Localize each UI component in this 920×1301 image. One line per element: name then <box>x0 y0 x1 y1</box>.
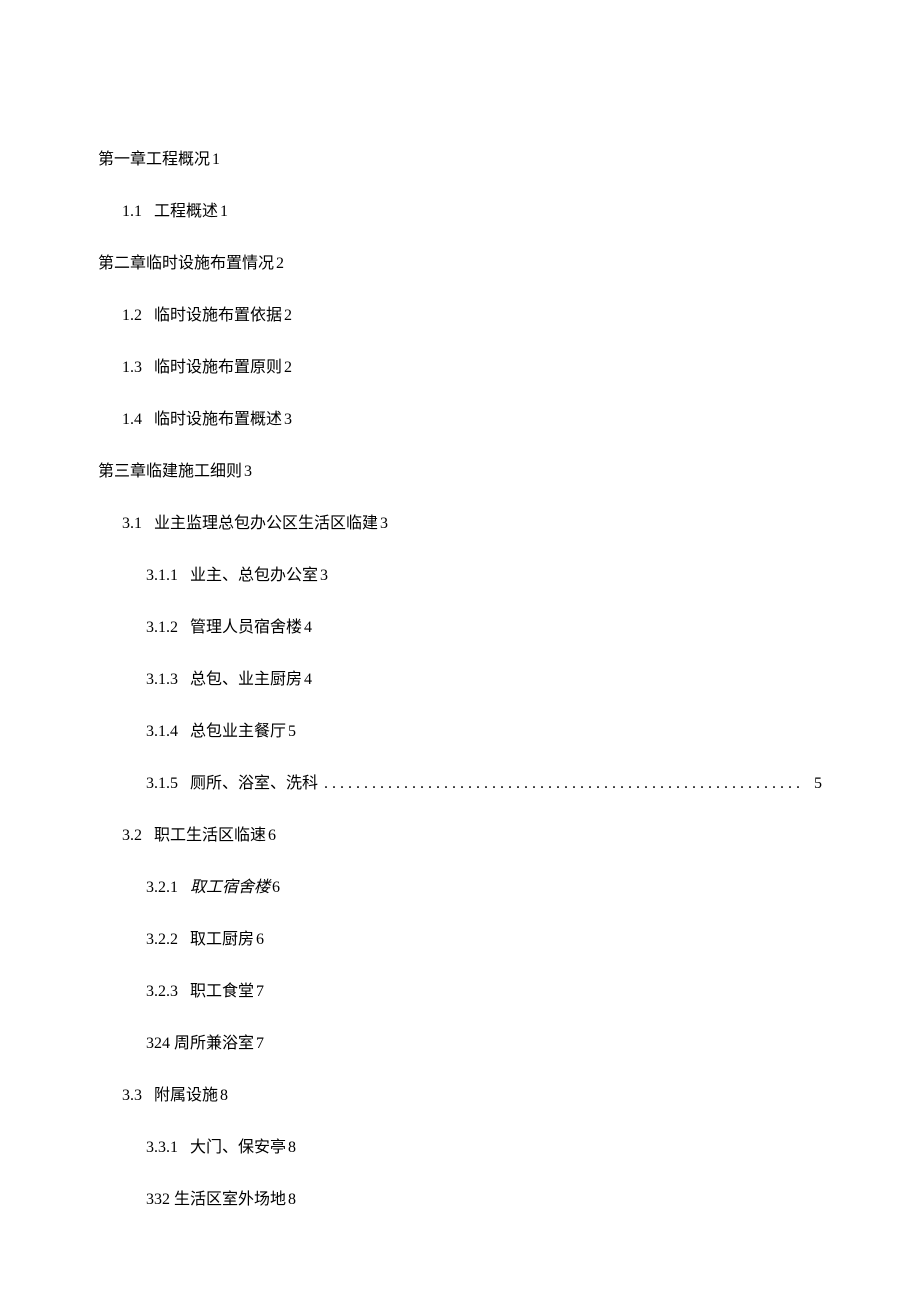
toc-entry-page: 3 <box>320 564 328 588</box>
toc-entry-text: 取工厨房 <box>190 928 254 952</box>
toc-entry-page: 8 <box>288 1136 296 1160</box>
toc-entry-page: 6 <box>256 928 264 952</box>
toc-entry-text: 总包、业主厨房 <box>190 668 302 692</box>
toc-entry-text: 第一章工程概况 <box>98 148 210 172</box>
toc-entry-1: 1.1 工程概述1 <box>98 200 822 224</box>
toc-entry-text: 临时设施布置概述 <box>154 408 282 432</box>
toc-entry-12: 3.1.5 厕所、浴室、洗科...........................… <box>98 772 822 796</box>
toc-dots: ........................................… <box>324 772 808 796</box>
toc-entry-text: 第三章临建施工细则 <box>98 460 242 484</box>
toc-entry-page: 2 <box>284 304 292 328</box>
toc-entry-number: 3.2.1 <box>146 876 178 900</box>
toc-entry-text: 取工宿舍楼 <box>190 876 270 900</box>
toc-entry-text: 管理人员宿舍楼 <box>190 616 302 640</box>
toc-entry-number: 3.1.4 <box>146 720 178 744</box>
toc-entry-page: 4 <box>304 616 312 640</box>
toc-entry-page: 2 <box>284 356 292 380</box>
toc-entry-number: 3.2 <box>122 824 142 848</box>
toc-entry-13: 3.2 职工生活区临速6 <box>98 824 822 848</box>
toc-entry-4: 1.3 临时设施布置原则2 <box>98 356 822 380</box>
toc-entry-text: 临时设施布置依据 <box>154 304 282 328</box>
toc-entry-text: 业主监理总包办公区生活区临建 <box>154 512 378 536</box>
toc-entry-number: 3.2.2 <box>146 928 178 952</box>
toc-entry-page: 6 <box>272 876 280 900</box>
toc-entry-page: 2 <box>276 252 284 276</box>
toc-entry-page: 1 <box>212 148 220 172</box>
toc-entry-text: 附属设施 <box>154 1084 218 1108</box>
toc-entry-15: 3.2.2 取工厨房6 <box>98 928 822 952</box>
toc-entry-page: 3 <box>380 512 388 536</box>
toc-entry-14: 3.2.1 取工宿舍楼6 <box>98 876 822 900</box>
toc-entry-text: 总包业主餐厅 <box>190 720 286 744</box>
toc-entry-7: 3.1 业主监理总包办公区生活区临建3 <box>98 512 822 536</box>
toc-entry-page: 8 <box>220 1084 228 1108</box>
toc-entry-text: 第二章临时设施布置情况 <box>98 252 274 276</box>
toc-entry-0: 第一章工程概况1 <box>98 148 822 172</box>
toc-entry-number: 3.3.1 <box>146 1136 178 1160</box>
toc-entry-number: 1.4 <box>122 408 142 432</box>
toc-entry-page: 7 <box>256 1032 264 1056</box>
toc-entry-text: 厕所、浴室、洗科 <box>190 772 318 796</box>
toc-entry-page: 1 <box>220 200 228 224</box>
toc-entry-number: 3.1.2 <box>146 616 178 640</box>
toc-entry-5: 1.4 临时设施布置概述3 <box>98 408 822 432</box>
toc-entry-11: 3.1.4 总包业主餐厅5 <box>98 720 822 744</box>
toc-entry-20: 332 生活区室外场地8 <box>98 1188 822 1212</box>
toc-entry-page: 5 <box>288 720 296 744</box>
toc-entry-9: 3.1.2 管理人员宿舍楼4 <box>98 616 822 640</box>
toc-entry-number: 3.1.5 <box>146 772 178 796</box>
toc-entry-page: 5 <box>814 772 822 796</box>
toc-entry-text: 324 周所兼浴室 <box>146 1032 254 1056</box>
toc-entry-17: 324 周所兼浴室7 <box>98 1032 822 1056</box>
toc-entry-page: 8 <box>288 1188 296 1212</box>
toc-entry-6: 第三章临建施工细则3 <box>98 460 822 484</box>
toc-entry-8: 3.1.1 业主、总包办公室3 <box>98 564 822 588</box>
toc-entry-page: 3 <box>284 408 292 432</box>
toc-entry-page: 6 <box>268 824 276 848</box>
toc-entry-number: 3.3 <box>122 1084 142 1108</box>
toc-container: 第一章工程概况11.1工程概述1第二章临时设施布置情况21.2临时设施布置依据2… <box>98 148 822 1212</box>
toc-entry-2: 第二章临时设施布置情况2 <box>98 252 822 276</box>
toc-entry-text: 工程概述 <box>154 200 218 224</box>
toc-entry-text: 大门、保安亭 <box>190 1136 286 1160</box>
toc-entry-18: 3.3 附属设施8 <box>98 1084 822 1108</box>
toc-entry-number: 1.2 <box>122 304 142 328</box>
toc-entry-16: 3.2.3 职工食堂7 <box>98 980 822 1004</box>
toc-entry-text: 职工食堂 <box>190 980 254 1004</box>
toc-entry-number: 1.3 <box>122 356 142 380</box>
toc-entry-number: 3.2.3 <box>146 980 178 1004</box>
toc-entry-page: 3 <box>244 460 252 484</box>
toc-entry-number: 3.1 <box>122 512 142 536</box>
toc-entry-page: 7 <box>256 980 264 1004</box>
toc-entry-text: 332 生活区室外场地 <box>146 1188 286 1212</box>
toc-entry-19: 3.3.1 大门、保安亭8 <box>98 1136 822 1160</box>
toc-entry-page: 4 <box>304 668 312 692</box>
toc-entry-number: 3.1.1 <box>146 564 178 588</box>
toc-entry-number: 1.1 <box>122 200 142 224</box>
toc-entry-text: 职工生活区临速 <box>154 824 266 848</box>
toc-entry-10: 3.1.3 总包、业主厨房4 <box>98 668 822 692</box>
toc-entry-text: 临时设施布置原则 <box>154 356 282 380</box>
toc-entry-3: 1.2 临时设施布置依据2 <box>98 304 822 328</box>
toc-entry-number: 3.1.3 <box>146 668 178 692</box>
toc-entry-text: 业主、总包办公室 <box>190 564 318 588</box>
